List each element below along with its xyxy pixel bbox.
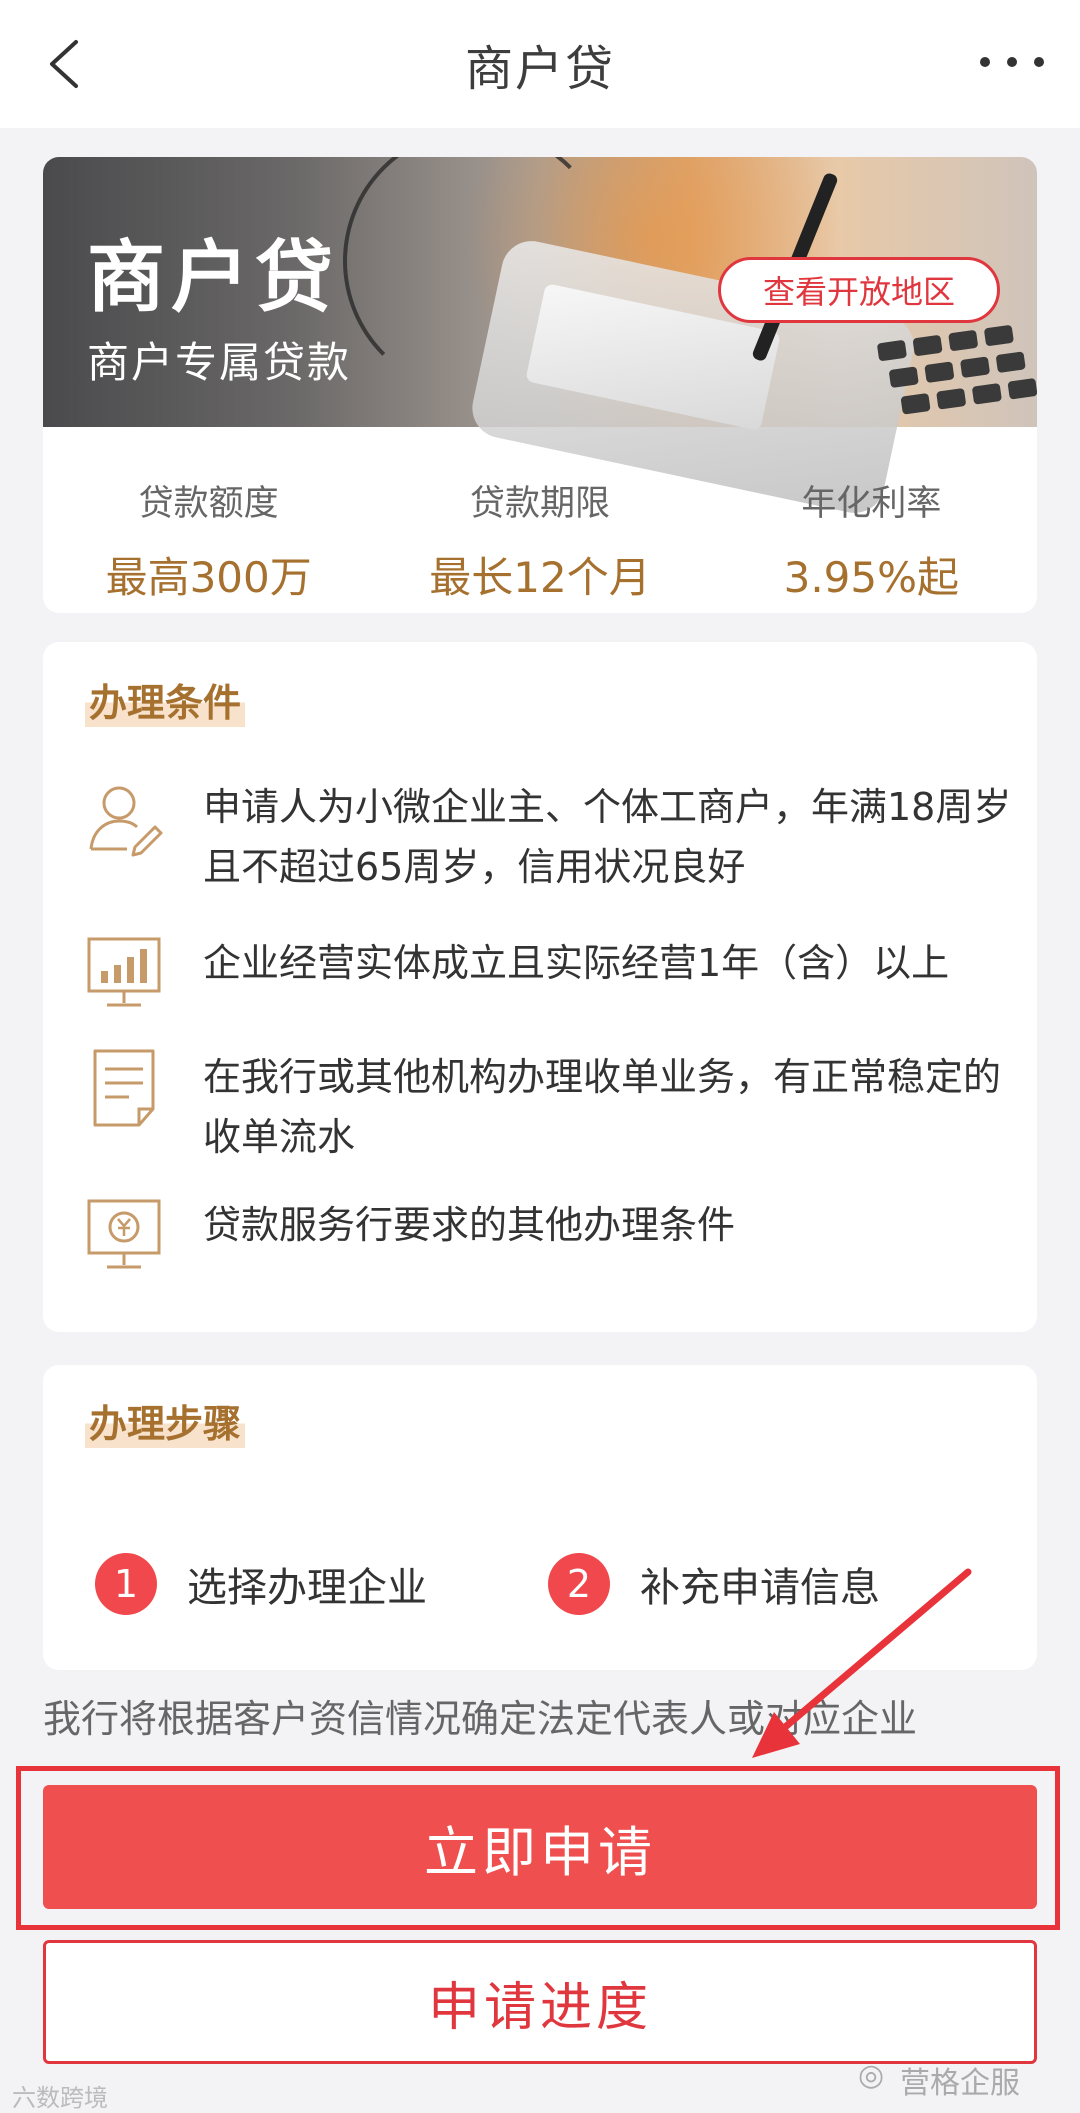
conditions-title: 办理条件 — [85, 672, 246, 727]
stat-loan-term: 贷款期限 最长12个月 — [374, 427, 705, 613]
condition-text: 贷款服务行要求的其他办理条件 — [203, 1203, 736, 1247]
condition-text: 企业经营实体成立且实际经营1年（含）以上 — [203, 941, 950, 985]
watermark-right: 营格企服 — [900, 2066, 1020, 2101]
banner-title: 商户贷 — [87, 232, 340, 323]
person-edit-icon — [89, 786, 163, 857]
stat-value: 3.95%起 — [783, 553, 960, 602]
page-title: 商户贷 — [464, 41, 615, 97]
steps-title: 办理步骤 — [85, 1393, 246, 1448]
bar-chart-monitor-icon — [87, 937, 161, 1007]
document-icon — [93, 1049, 155, 1127]
view-regions-button[interactable]: 查看开放地区 — [718, 257, 1000, 323]
stat-label: 年化利率 — [801, 484, 942, 524]
wechat-icon: ◎ — [858, 2058, 885, 2093]
condition-item: 贷款服务行要求的其他办理条件 — [83, 1195, 1013, 1277]
stat-loan-amount: 贷款额度 最高300万 — [43, 427, 374, 613]
back-arrow-icon[interactable] — [38, 34, 98, 94]
banner-image: 商户贷 商户专属贷款 查看开放地区 — [43, 157, 1037, 519]
step-item: 1 选择办理企业 — [95, 1553, 427, 1615]
conditions-card: 办理条件 申请人为小微企业主、个体工商户，年满18周岁且不超过65周岁，信用状况… — [43, 642, 1037, 1332]
condition-item: 企业经营实体成立且实际经营1年（含）以上 — [83, 933, 1013, 1015]
step-label: 补充申请信息 — [640, 1565, 880, 1611]
more-options-icon[interactable] — [980, 42, 1044, 82]
product-hero-card: 商户贷 商户专属贷款 查看开放地区 贷款额度 最高300万 贷款期限 最长12个… — [43, 157, 1037, 613]
notice-text: 我行将根据客户资信情况确定法定代表人或对应企业 — [43, 1697, 918, 1741]
stat-label: 贷款期限 — [469, 484, 610, 524]
highlight-box — [16, 1766, 1060, 1930]
stat-label: 贷款额度 — [138, 484, 279, 524]
banner-subtitle: 商户专属贷款 — [87, 338, 352, 387]
loan-stats: 贷款额度 最高300万 贷款期限 最长12个月 年化利率 3.95%起 — [43, 427, 1037, 613]
stat-value: 最高300万 — [105, 553, 312, 602]
step-label: 选择办理企业 — [187, 1565, 427, 1611]
condition-item: 在我行或其他机构办理收单业务，有正常稳定的收单流水 — [83, 1047, 1013, 1167]
currency-monitor-icon — [87, 1199, 161, 1269]
condition-item: 申请人为小微企业主、个体工商户，年满18周岁且不超过65周岁，信用状况良好 — [83, 777, 1013, 897]
stat-value: 最长12个月 — [429, 553, 651, 602]
stat-interest-rate: 年化利率 3.95%起 — [706, 427, 1037, 613]
step-number-badge: 1 — [95, 1553, 157, 1615]
steps-card: 办理步骤 1 选择办理企业 2 补充申请信息 — [43, 1365, 1037, 1670]
nav-bar: 商户贷 — [0, 0, 1080, 128]
application-progress-button[interactable]: 申请进度 — [43, 1940, 1037, 2064]
step-number-badge: 2 — [548, 1553, 610, 1615]
step-item: 2 补充申请信息 — [548, 1553, 880, 1615]
condition-text: 申请人为小微企业主、个体工商户，年满18周岁且不超过65周岁，信用状况良好 — [203, 785, 1012, 889]
condition-text: 在我行或其他机构办理收单业务，有正常稳定的收单流水 — [203, 1055, 1002, 1159]
